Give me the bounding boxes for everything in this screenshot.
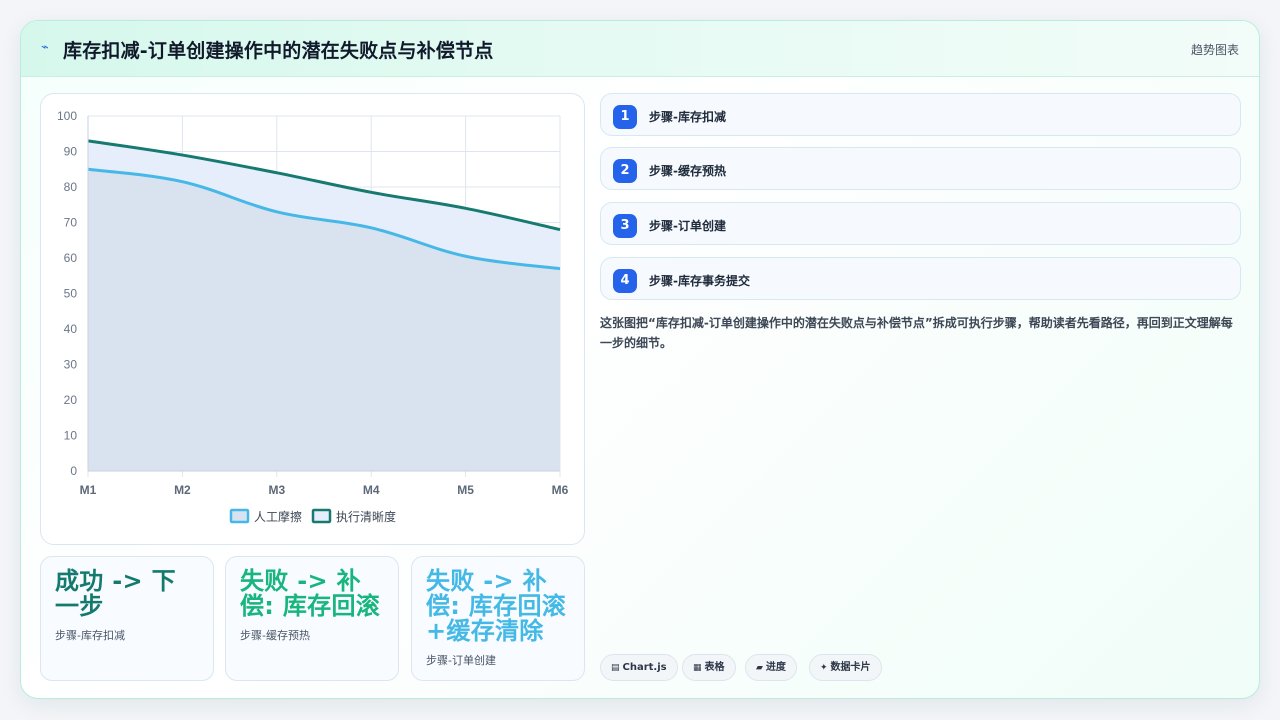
y-tick-label: 100 xyxy=(57,109,77,123)
chart-description: 这张图把“库存扣减-订单创建操作中的潜在失败点与补偿节点”拆成可执行步骤，帮助读… xyxy=(600,316,1233,350)
y-tick-label: 0 xyxy=(70,464,77,478)
step-number-badge: 3 xyxy=(613,214,637,238)
chip-table[interactable]: ▦ 表格 xyxy=(682,654,736,681)
sparkle-icon: ✦ xyxy=(820,663,828,673)
main-card: ⌁ 库存扣减-订单创建操作中的潜在失败点与补偿节点 趋势图表 0 10 20 30 40… xyxy=(20,20,1260,699)
step-number-badge: 2 xyxy=(613,159,637,183)
legend-swatch xyxy=(311,508,332,524)
page-title: 库存扣减-订单创建操作中的潜在失败点与补偿节点 xyxy=(63,40,494,62)
y-tick-label: 10 xyxy=(64,429,78,443)
chart-type-tag: 趋势图表 xyxy=(1190,43,1239,57)
y-tick-label: 80 xyxy=(64,180,78,194)
chip-label: Chart.js xyxy=(622,662,667,673)
kpi-card-3: 失败 -> 补偿: 库存回滚+缓存清除 步骤-订单创建 xyxy=(411,556,585,681)
step-label: 步骤-订单创建 xyxy=(649,219,726,233)
step-number-badge: 1 xyxy=(613,105,637,129)
progress-icon: ▰ xyxy=(756,663,763,673)
step-item-2[interactable]: 2 步骤-缓存预热 xyxy=(600,147,1241,190)
step-label: 步骤-库存扣减 xyxy=(649,110,726,124)
step-item-1[interactable]: 1 步骤-库存扣减 xyxy=(600,93,1241,136)
y-tick-label: 60 xyxy=(64,251,78,265)
kpi-value: 失败 -> 补偿: 库存回滚 xyxy=(240,567,381,620)
kpi-value: 成功 -> 下一步 xyxy=(55,567,176,620)
x-tick-label: M6 xyxy=(552,483,569,497)
legend-swatch xyxy=(229,508,250,524)
y-tick-label: 50 xyxy=(64,287,78,301)
table-icon: ▦ xyxy=(693,663,702,673)
chip-chartjs[interactable]: ▤ Chart.js xyxy=(600,654,678,681)
y-tick-label: 20 xyxy=(64,393,78,407)
legend-label: 人工摩擦 xyxy=(254,509,302,524)
x-tick-label: M3 xyxy=(268,483,285,497)
chart-icon: ▤ xyxy=(611,663,620,673)
x-tick-label: M5 xyxy=(457,483,474,497)
trend-chart: 0 10 20 30 40 50 60 70 80 90 100 M1 M2 M3 M4 M5 M6 人工摩擦 执行… xyxy=(57,109,569,524)
pulse-icon: ⌁ xyxy=(41,40,49,55)
kpi-value: 失败 -> 补偿: 库存回滚+缓存清除 xyxy=(426,567,567,645)
step-label: 步骤-缓存预热 xyxy=(649,164,726,178)
y-tick-label: 70 xyxy=(64,216,78,230)
card-header: ⌁ 库存扣减-订单创建操作中的潜在失败点与补偿节点 趋势图表 xyxy=(21,21,1259,77)
chip-label: 表格 xyxy=(704,662,725,673)
x-tick-label: M4 xyxy=(363,483,380,497)
y-tick-label: 30 xyxy=(64,358,78,372)
x-tick-label: M1 xyxy=(80,483,97,497)
x-tick-label: M2 xyxy=(174,483,191,497)
step-item-3[interactable]: 3 步骤-订单创建 xyxy=(600,202,1241,245)
kpi-label: 步骤-库存扣减 xyxy=(55,629,125,642)
kpi-label: 步骤-缓存预热 xyxy=(240,629,310,642)
chip-progress[interactable]: ▰ 进度 xyxy=(745,654,797,681)
chart-panel: 0 10 20 30 40 50 60 70 80 90 100 M1 M2 M3 M4 M5 M6 人工摩擦 执行… xyxy=(40,93,585,545)
chip-label: 进度 xyxy=(765,662,786,673)
kpi-card-2: 失败 -> 补偿: 库存回滚 步骤-缓存预热 xyxy=(225,556,399,681)
step-item-4[interactable]: 4 步骤-库存事务提交 xyxy=(600,257,1241,300)
step-number-badge: 4 xyxy=(613,269,637,293)
step-label: 步骤-库存事务提交 xyxy=(649,274,750,288)
kpi-card-1: 成功 -> 下一步 步骤-库存扣减 xyxy=(40,556,214,681)
y-tick-label: 90 xyxy=(64,145,78,159)
kpi-label: 步骤-订单创建 xyxy=(426,654,496,667)
chip-data-card[interactable]: ✦ 数据卡片 xyxy=(809,654,882,681)
chip-label: 数据卡片 xyxy=(830,662,871,673)
y-tick-label: 40 xyxy=(64,322,78,336)
legend-label: 执行清晰度 xyxy=(336,509,396,524)
